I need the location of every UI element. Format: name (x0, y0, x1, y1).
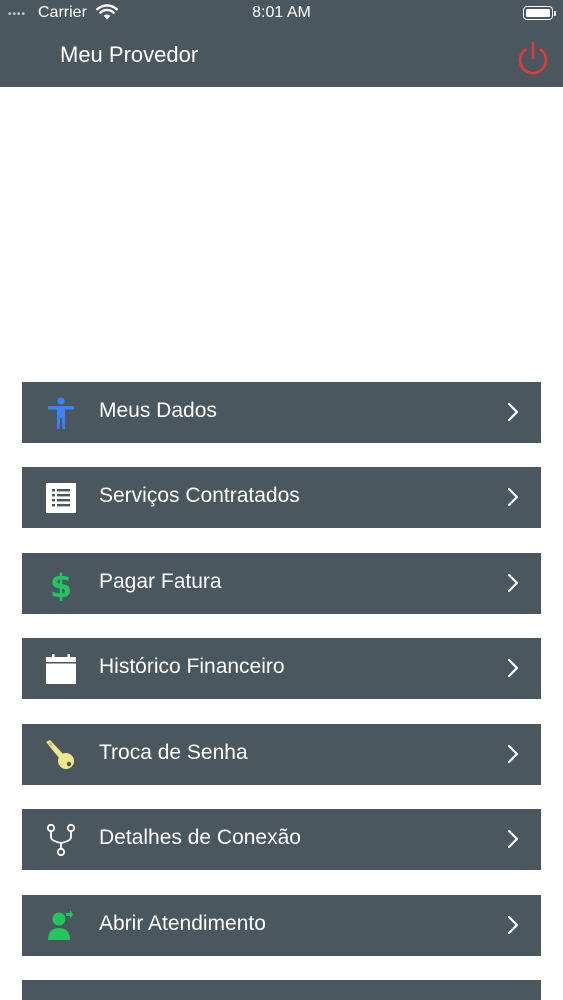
menu-item-detalhes-de-conexao[interactable]: Detalhes de Conexão (22, 809, 541, 870)
status-bar: •••• Carrier 8:01 AM (0, 0, 563, 28)
list-icon (44, 481, 78, 515)
menu-item-label: Abrir Atendimento (99, 912, 266, 935)
menu-item-historico-financeiro[interactable]: Histórico Financeiro (22, 638, 541, 699)
banner-area (0, 87, 563, 381)
status-time: 8:01 AM (252, 4, 311, 21)
svg-text:$: $ (50, 567, 72, 601)
menu-item-troca-de-senha[interactable]: Troca de Senha (22, 724, 541, 785)
menu-item-label: Histórico Financeiro (99, 655, 285, 678)
support-user-icon (44, 909, 78, 943)
battery-icon (523, 6, 556, 20)
network-icon (44, 823, 78, 857)
key-icon (44, 738, 78, 772)
chevron-right-icon (507, 915, 519, 935)
calendar-icon (44, 652, 78, 686)
menu-item-label: Meus Dados (99, 399, 217, 422)
menu-item-label: Serviços Contratados (99, 484, 300, 507)
menu-item-abrir-atendimento[interactable]: Abrir Atendimento (22, 895, 541, 956)
chevron-right-icon (507, 573, 519, 593)
page-title: Meu Provedor (60, 42, 199, 67)
power-icon[interactable] (514, 40, 552, 78)
menu-item-pagar-fatura[interactable]: $ Pagar Fatura (22, 553, 541, 614)
menu-item-label: Detalhes de Conexão (99, 826, 301, 849)
chevron-right-icon (507, 658, 519, 678)
chevron-right-icon (507, 402, 519, 422)
dollar-icon: $ (44, 567, 78, 601)
chevron-right-icon (507, 487, 519, 507)
menu-item-servicos-contratados[interactable]: Serviços Contratados (22, 467, 541, 528)
menu-item-label: Troca de Senha (99, 741, 248, 764)
menu-item-partial[interactable] (22, 980, 541, 1000)
menu-item-label: Pagar Fatura (99, 570, 222, 593)
chevron-right-icon (507, 829, 519, 849)
chevron-right-icon (507, 744, 519, 764)
navigation-bar: •••• Carrier 8:01 AM Meu Provedor (0, 0, 563, 87)
menu-item-meus-dados[interactable]: Meus Dados (22, 382, 541, 443)
person-icon (44, 396, 78, 430)
